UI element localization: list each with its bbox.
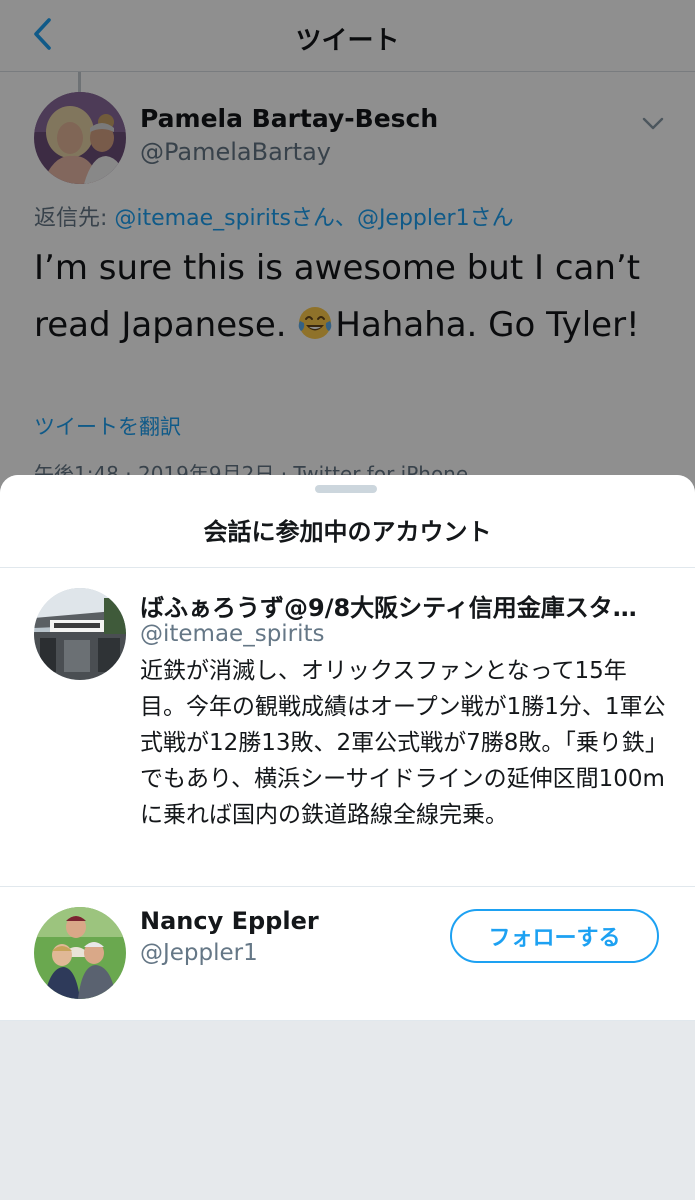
account-handle-jeppler[interactable]: @Jeppler1 bbox=[140, 940, 258, 966]
account-name-itemae[interactable]: ばふぁろうず@9/8大阪シティ信用金庫スタジアム bbox=[140, 588, 640, 623]
divider bbox=[0, 886, 695, 887]
account-bio-itemae: 近鉄が消滅し、オリックスファンとなって15年目。今年の観戦成績はオープン戦が1勝… bbox=[140, 658, 668, 828]
divider bbox=[0, 567, 695, 568]
account-handle-itemae[interactable]: @itemae_spirits bbox=[140, 621, 325, 647]
account-avatar-itemae[interactable] bbox=[34, 588, 126, 680]
account-name-jeppler[interactable]: Nancy Eppler bbox=[140, 907, 440, 935]
divider bbox=[0, 1020, 695, 1021]
account-avatar-jeppler[interactable] bbox=[34, 907, 126, 999]
participants-sheet: 会話に参加中のアカウント ばふぁろうず@9/8大阪シティ信用金庫スタジアム @i… bbox=[0, 475, 695, 1200]
follow-button[interactable]: フォローする bbox=[450, 909, 659, 963]
sheet-grabber-handle[interactable] bbox=[315, 485, 377, 493]
sheet-title: 会話に参加中のアカウント bbox=[203, 518, 492, 546]
